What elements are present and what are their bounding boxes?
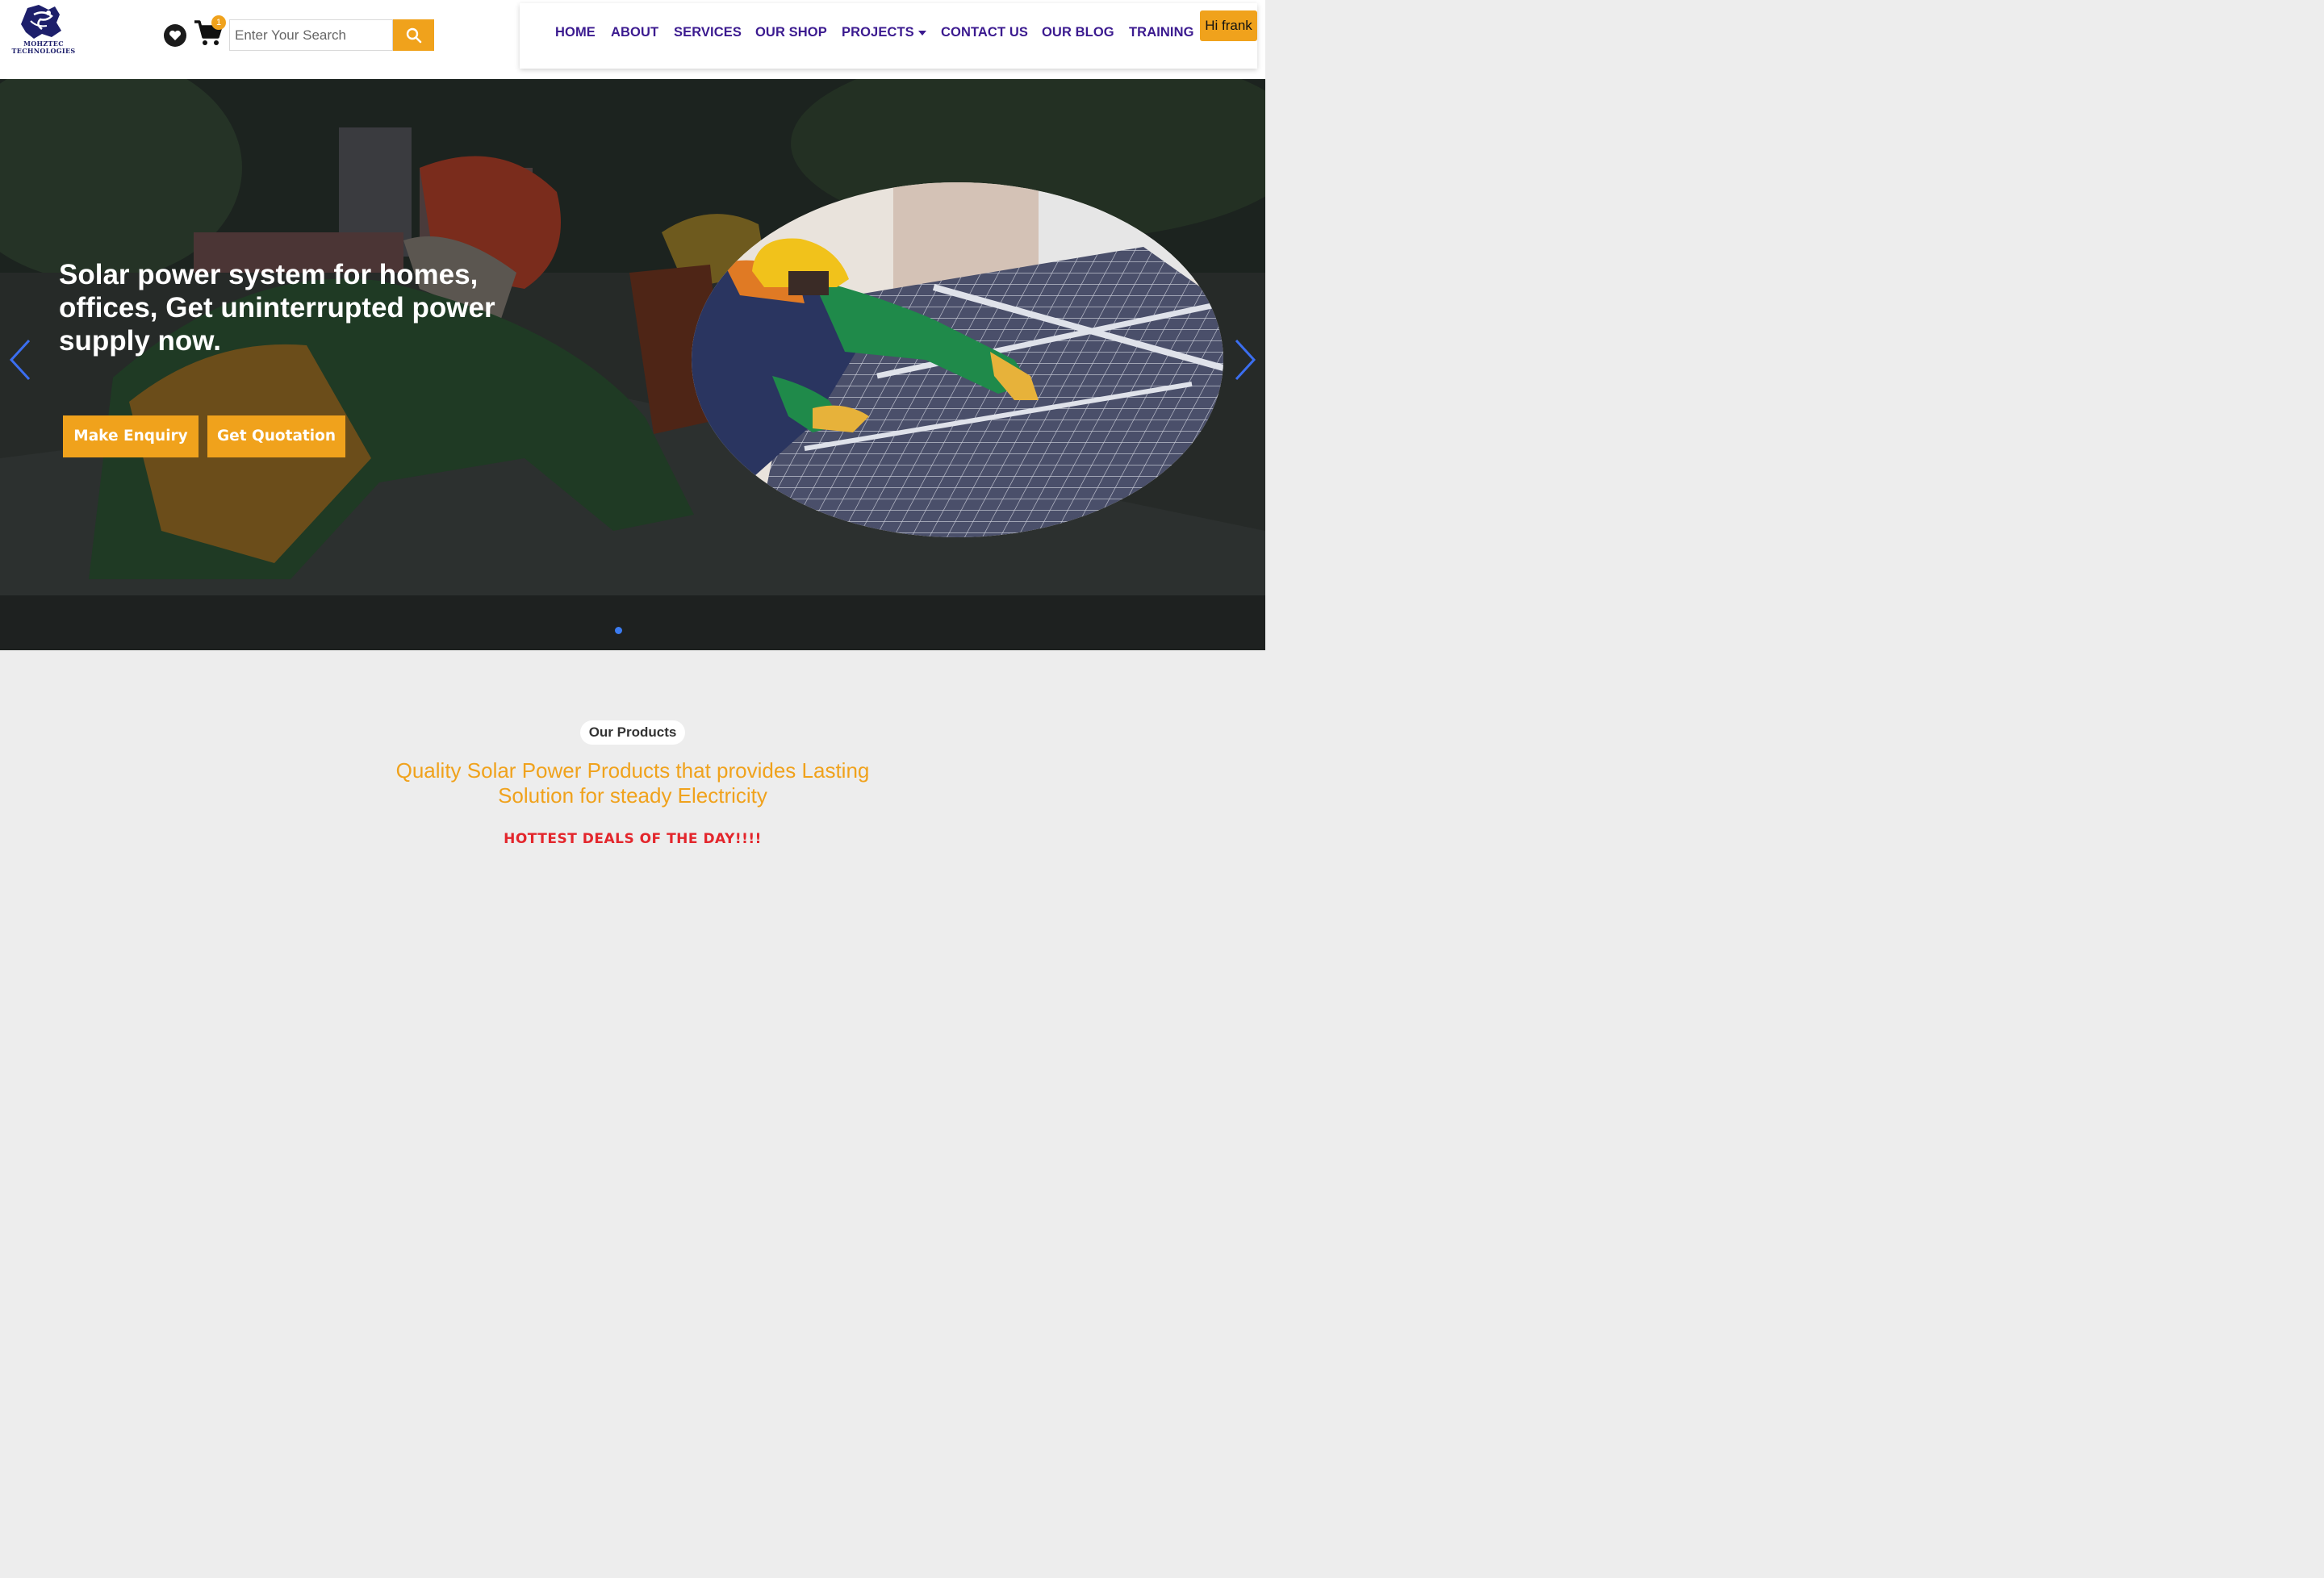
get-quotation-button[interactable]: Get Quotation — [207, 415, 345, 457]
nav-item-projects[interactable]: PROJECTS — [842, 25, 926, 40]
wishlist-button[interactable] — [164, 24, 186, 47]
make-enquiry-button[interactable]: Make Enquiry — [63, 415, 199, 457]
heart-icon — [169, 30, 181, 40]
logo-text: MOHZTEC TECHNOLOGIES — [6, 40, 81, 55]
search-input[interactable] — [229, 19, 393, 51]
user-menu-button[interactable]: Hi frank — [1200, 10, 1257, 41]
nav-item-about[interactable]: ABOUT — [611, 25, 658, 40]
our-products-pill: Our Products — [580, 720, 685, 745]
cart-count-badge: 1 — [211, 15, 226, 30]
nav-item-projects-label: PROJECTS — [842, 25, 914, 40]
hero-carousel: Solar power system for homes, offices, G… — [0, 79, 1265, 650]
solar-installer-photo — [692, 182, 1223, 537]
nav-item-home[interactable]: HOME — [555, 25, 596, 40]
carousel-indicator-dot[interactable] — [615, 627, 622, 634]
carousel-next-button[interactable] — [1233, 337, 1257, 382]
search-button[interactable] — [393, 19, 434, 51]
logo-emblem-icon — [21, 5, 61, 39]
nav-item-our-blog[interactable]: OUR BLOG — [1042, 25, 1114, 40]
hottest-deals-heading: HOTTEST DEALS OF THE DAY!!!! — [504, 831, 762, 847]
products-subtitle: Quality Solar Power Products that provid… — [395, 758, 870, 808]
nav-item-training[interactable]: TRAINING — [1129, 25, 1194, 40]
nav-item-our-shop[interactable]: OUR SHOP — [755, 25, 827, 40]
logo[interactable]: MOHZTEC TECHNOLOGIES — [6, 3, 81, 58]
main-nav: HOME ABOUT SERVICES OUR SHOP PROJECTS CO… — [520, 3, 1257, 69]
logo-line-2: TECHNOLOGIES — [11, 47, 76, 55]
carousel-prev-button[interactable] — [8, 337, 32, 382]
search-icon — [406, 27, 421, 43]
nav-item-services[interactable]: SERVICES — [674, 25, 742, 40]
caret-down-icon — [917, 30, 926, 35]
site-header: MOHZTEC TECHNOLOGIES 1 HOME ABOUT SERVIC… — [0, 0, 1265, 79]
hero-title: Solar power system for homes, offices, G… — [59, 259, 495, 357]
nav-item-contact-us[interactable]: CONTACT US — [941, 25, 1028, 40]
